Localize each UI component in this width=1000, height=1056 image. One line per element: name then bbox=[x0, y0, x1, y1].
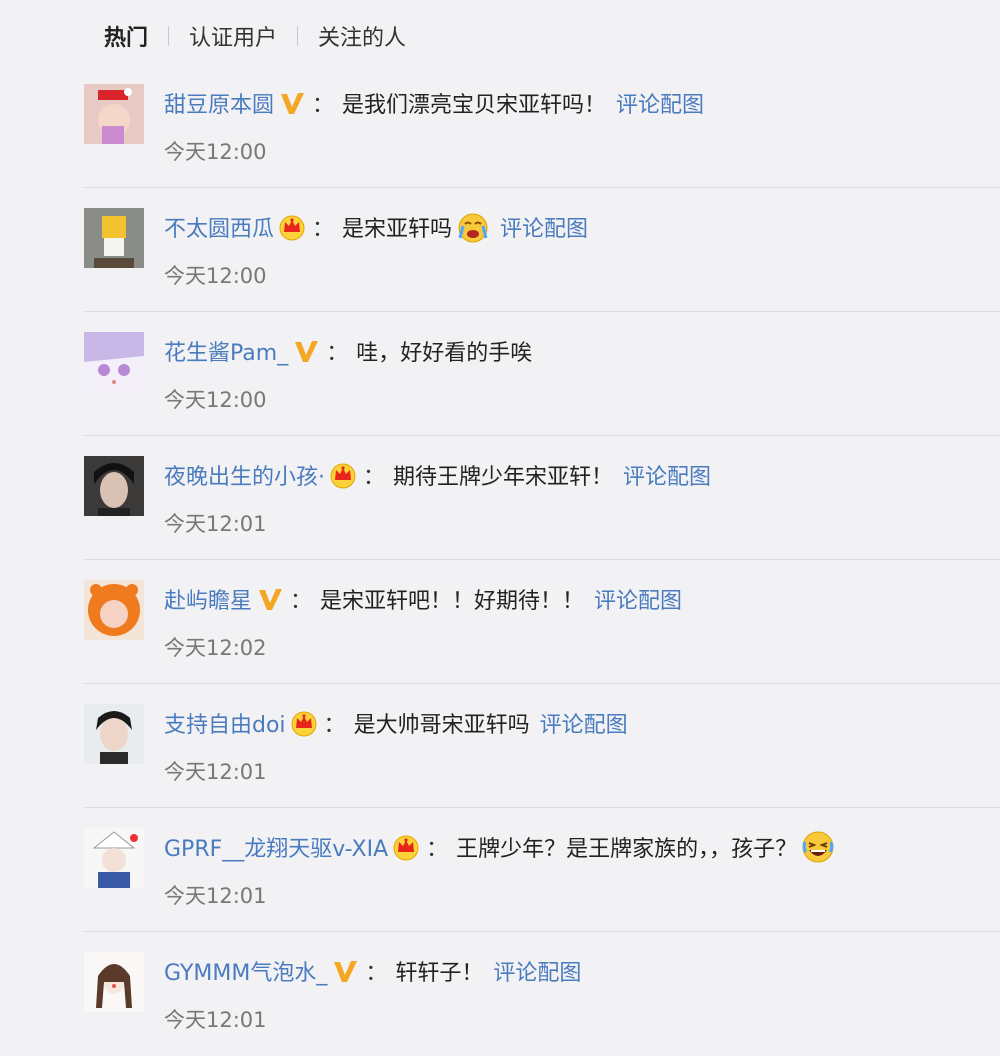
comment-image-link[interactable]: 评论配图 bbox=[500, 211, 588, 243]
comment-colon: ： bbox=[323, 713, 346, 738]
comment-text: 王牌少年？是王牌家族的，，孩子？ bbox=[456, 837, 798, 862]
comment-colon: ： bbox=[363, 465, 386, 490]
avatar-white-hat[interactable] bbox=[84, 828, 144, 888]
comment-image-link[interactable]: 评论配图 bbox=[540, 707, 628, 739]
comment-timestamp: 今天12:01 bbox=[164, 760, 267, 784]
avatar-sketch-girl[interactable] bbox=[84, 952, 144, 1012]
comment-image-link[interactable]: 评论配图 bbox=[594, 583, 682, 615]
comment-item: 花生酱Pam_ ： 哇，好好看的手唉今天12:00 bbox=[84, 312, 1000, 436]
tab-divider bbox=[168, 26, 170, 46]
comment-line: GPRF__龙翔天驱v-XIA ： 王牌少年？是王牌家族的，，孩子？ bbox=[164, 830, 835, 864]
comment-item: 夜晚出生的小孩· ： 期待王牌少年宋亚轩！ 评论配图今天12:01 bbox=[84, 436, 1000, 560]
comment-timestamp: 今天12:00 bbox=[164, 264, 267, 288]
comment-colon: ： bbox=[365, 961, 388, 986]
comment-image-link[interactable]: 评论配图 bbox=[623, 459, 711, 491]
comment-colon: ： bbox=[312, 93, 335, 118]
comment-username[interactable]: 赴屿瞻星 bbox=[164, 583, 252, 615]
comment-item: 赴屿瞻星 ： 是宋亚轩吧！！好期待！！ 评论配图今天12:02 bbox=[84, 560, 1000, 684]
comment-text: 是大帅哥宋亚轩吗 bbox=[353, 713, 530, 738]
tab-following[interactable]: 关注的人 bbox=[318, 20, 406, 52]
comment-colon: ： bbox=[290, 589, 313, 614]
comment-line: 支持自由doi ： 是大帅哥宋亚轩吗 评论配图 bbox=[164, 706, 628, 740]
v-badge-icon bbox=[256, 585, 284, 613]
crown-badge-icon bbox=[278, 213, 306, 241]
comment-username[interactable]: 夜晚出生的小孩· bbox=[164, 459, 325, 491]
tab-hot[interactable]: 热门 bbox=[104, 20, 148, 52]
crown-badge-icon bbox=[290, 709, 318, 737]
comment-timestamp: 今天12:01 bbox=[164, 512, 267, 536]
avatar-anime-purple[interactable] bbox=[84, 332, 144, 392]
avatar-dark-hair[interactable] bbox=[84, 456, 144, 516]
crown-badge-icon bbox=[392, 833, 420, 861]
avatar-portrait[interactable] bbox=[84, 704, 144, 764]
comment-filter-tabs: 热门 认证用户 关注的人 bbox=[104, 18, 406, 54]
comment-text: 期待王牌少年宋亚轩！ bbox=[393, 465, 614, 490]
comment-timestamp: 今天12:01 bbox=[164, 1008, 267, 1032]
comment-item: 不太圆西瓜 ： 是宋亚轩吗 评论配图今天12:00 bbox=[84, 188, 1000, 312]
comment-timestamp: 今天12:00 bbox=[164, 140, 267, 164]
comment-colon: ： bbox=[312, 217, 335, 242]
v-badge-icon bbox=[331, 957, 359, 985]
comment-text: 是宋亚轩吧！！好期待！！ bbox=[320, 589, 585, 614]
comment-text: 哇，好好看的手唉 bbox=[356, 341, 533, 366]
comment-image-link[interactable]: 评论配图 bbox=[493, 955, 581, 987]
comment-line: 赴屿瞻星 ： 是宋亚轩吧！！好期待！！ 评论配图 bbox=[164, 582, 682, 616]
v-badge-icon bbox=[292, 337, 320, 365]
avatar-orange-costume[interactable] bbox=[84, 580, 144, 640]
comment-username[interactable]: 支持自由doi bbox=[164, 707, 286, 739]
comment-item: GYMMM气泡水_ ： 轩轩子！ 评论配图今天12:01 bbox=[84, 932, 1000, 1056]
avatar-pink-hat[interactable] bbox=[84, 84, 144, 144]
comment-item: 甜豆原本圆 ： 是我们漂亮宝贝宋亚轩吗！ 评论配图今天12:00 bbox=[84, 64, 1000, 188]
comment-line: GYMMM气泡水_ ： 轩轩子！ 评论配图 bbox=[164, 954, 581, 988]
comment-username[interactable]: 甜豆原本圆 bbox=[164, 87, 274, 119]
comment-list: 甜豆原本圆：是我们漂亮宝贝宋亚轩吗！ 评论配图 今天12:00 不太圆西瓜：是宋亚轩吗… bbox=[84, 64, 1000, 1056]
comment-colon: ： bbox=[426, 837, 449, 862]
comment-line: 甜豆原本圆 ： 是我们漂亮宝贝宋亚轩吗！ 评论配图 bbox=[164, 86, 704, 120]
avatar-cartoon-yellow[interactable] bbox=[84, 208, 144, 268]
comment-text: 是我们漂亮宝贝宋亚轩吗！ bbox=[342, 93, 607, 118]
comment-username[interactable]: 花生酱Pam_ bbox=[164, 335, 288, 367]
comment-timestamp: 今天12:01 bbox=[164, 884, 267, 908]
comment-item: GPRF__龙翔天驱v-XIA ： 王牌少年？是王牌家族的，，孩子？ 今天12:01 bbox=[84, 808, 1000, 932]
comment-username[interactable]: 不太圆西瓜 bbox=[164, 211, 274, 243]
comment-item: 支持自由doi ： 是大帅哥宋亚轩吗 评论配图今天12:01 bbox=[84, 684, 1000, 808]
comment-line: 花生酱Pam_ ： 哇，好好看的手唉 bbox=[164, 334, 532, 368]
crying-emoji-icon bbox=[456, 210, 490, 244]
comment-image-link[interactable]: 评论配图 bbox=[616, 87, 704, 119]
comment-username[interactable]: GPRF__龙翔天驱v-XIA bbox=[164, 831, 388, 863]
comment-line: 不太圆西瓜 ： 是宋亚轩吗 评论配图 bbox=[164, 210, 588, 244]
laughing-emoji-icon bbox=[801, 830, 835, 864]
tab-verified-users[interactable]: 认证用户 bbox=[189, 20, 277, 52]
comment-timestamp: 今天12:02 bbox=[164, 636, 267, 660]
crown-badge-icon bbox=[329, 461, 357, 489]
comment-timestamp: 今天12:00 bbox=[164, 388, 267, 412]
comment-text: 轩轩子！ bbox=[395, 961, 484, 986]
comment-colon: ： bbox=[326, 341, 349, 366]
comment-username[interactable]: GYMMM气泡水_ bbox=[164, 955, 327, 987]
v-badge-icon bbox=[278, 89, 306, 117]
comment-line: 夜晚出生的小孩· ： 期待王牌少年宋亚轩！ 评论配图 bbox=[164, 458, 711, 492]
tab-divider bbox=[297, 26, 299, 46]
comment-text: 是宋亚轩吗 bbox=[342, 217, 453, 242]
